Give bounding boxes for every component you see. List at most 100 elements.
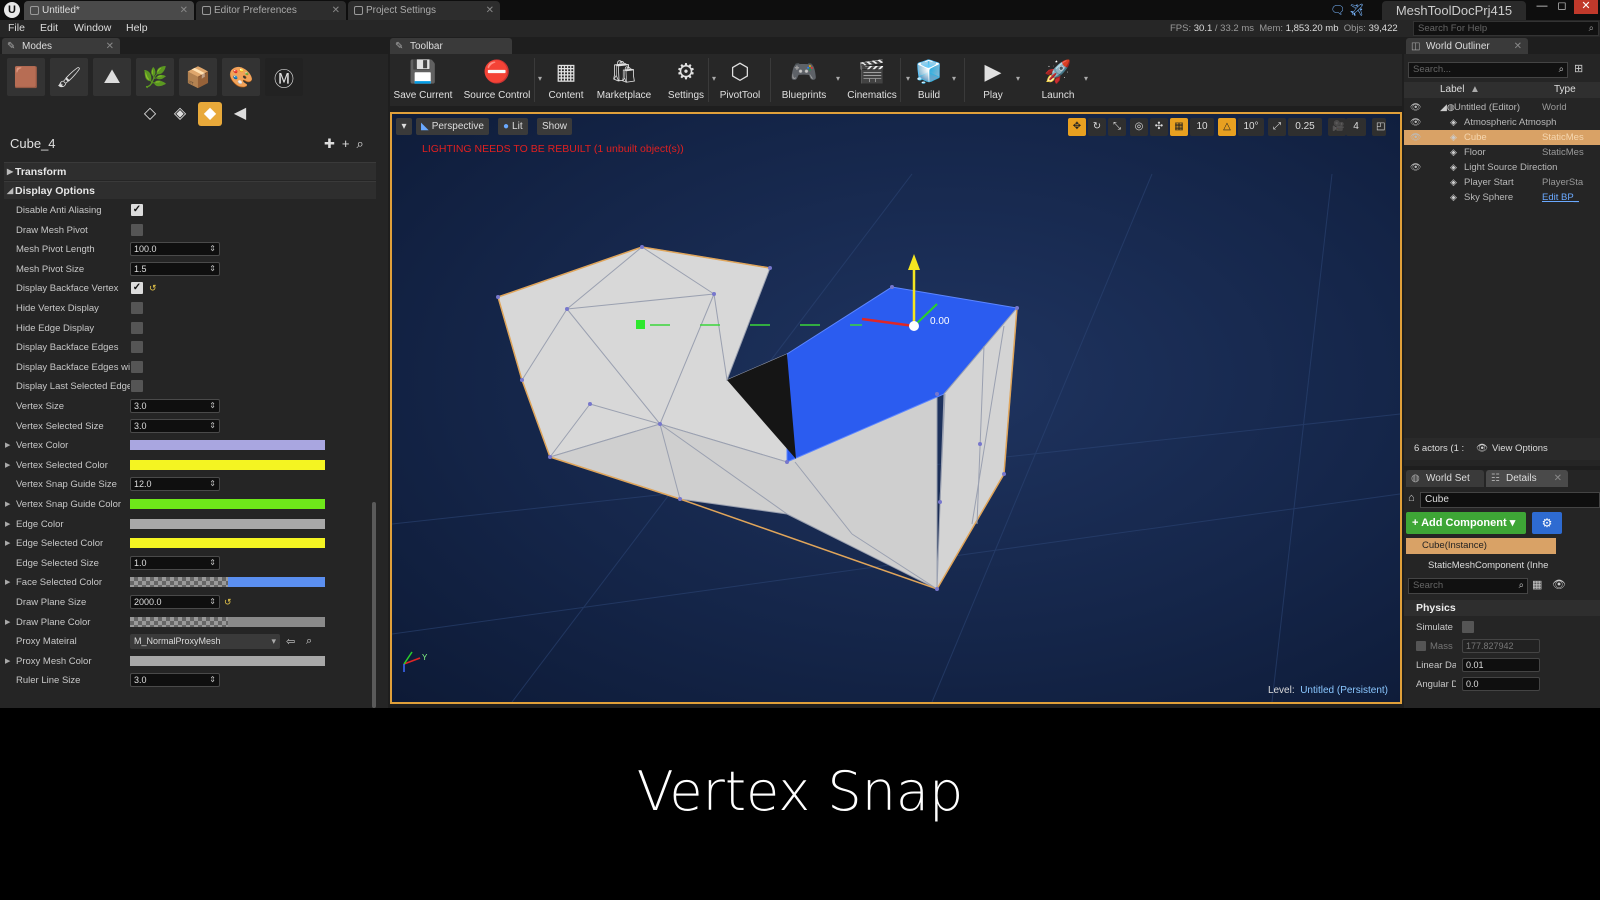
rotate-tool-icon[interactable]: ↻ bbox=[1088, 118, 1106, 136]
visibility-eye-icon[interactable]: 👁 bbox=[1410, 130, 1421, 145]
mass-field[interactable]: 177.827942 bbox=[1462, 639, 1540, 653]
vertex-select-icon[interactable]: ◇ bbox=[138, 102, 162, 126]
face-select-icon[interactable]: ◆ bbox=[198, 102, 222, 126]
toolbar-blueprints-button[interactable]: 🎮 Blueprints ▾ bbox=[776, 56, 840, 104]
minimize-icon[interactable]: — bbox=[1532, 0, 1552, 14]
surface-snap-icon[interactable]: ✣ bbox=[1150, 118, 1168, 136]
toolbar-build-button[interactable]: 🧊 Build ▾ bbox=[910, 56, 956, 104]
scale-snap-value[interactable]: 0.25 bbox=[1288, 118, 1322, 136]
chevron-down-icon[interactable]: ▾ bbox=[836, 74, 840, 83]
scale-tool-icon[interactable]: ⤡ bbox=[1108, 118, 1126, 136]
outliner-row[interactable]: 👁 ◈ Atmospheric Atmosph bbox=[1404, 115, 1600, 130]
close-icon[interactable]: ✕ bbox=[106, 38, 114, 55]
expand-arrow-icon[interactable]: ▶ bbox=[5, 500, 10, 508]
rotation-snap-icon[interactable]: △ bbox=[1218, 118, 1236, 136]
close-icon[interactable]: ✕ bbox=[486, 1, 494, 20]
expand-arrow-icon[interactable]: ▶ bbox=[5, 520, 10, 528]
prop-number-field[interactable]: 3.0 ⇕ bbox=[130, 673, 220, 688]
prop-checkbox[interactable] bbox=[131, 302, 143, 314]
prop-checkbox[interactable] bbox=[131, 341, 143, 354]
component-row[interactable]: StaticMeshComponent (Inhe bbox=[1406, 558, 1566, 573]
category-physics[interactable]: Physics bbox=[1404, 600, 1600, 616]
tab-toolbar[interactable]: ✎ Toolbar bbox=[390, 38, 512, 55]
prop-checkbox[interactable] bbox=[131, 223, 143, 236]
tab-project-settings[interactable]: Project Settings ✕ bbox=[348, 1, 500, 20]
show-button[interactable]: Show bbox=[537, 118, 573, 135]
add-component-button[interactable]: + Add Component ▾ bbox=[1406, 512, 1526, 534]
world-local-icon[interactable]: ◎ bbox=[1130, 118, 1148, 136]
menu-edit[interactable]: Edit bbox=[40, 22, 58, 34]
outliner-search-input[interactable]: Search... ⌕ bbox=[1408, 62, 1568, 78]
close-icon[interactable]: ✕ bbox=[1554, 470, 1562, 487]
mesh-tool-mode-icon[interactable]: Ⓜ bbox=[265, 58, 303, 96]
angular-damping-field[interactable]: 0.0 bbox=[1462, 677, 1540, 691]
camera-speed-value[interactable]: 4 bbox=[1346, 118, 1366, 136]
browse-icon[interactable]: ⌕ bbox=[306, 635, 312, 648]
scale-snap-icon[interactable]: ⤢ bbox=[1268, 118, 1286, 136]
tab-details[interactable]: ☷ Details ✕ bbox=[1486, 470, 1568, 487]
grid-view-icon[interactable]: ▦ bbox=[1532, 578, 1542, 591]
landscape-mode-icon[interactable]: ⛰ bbox=[93, 58, 131, 96]
visibility-eye-icon[interactable]: 👁 bbox=[1410, 115, 1421, 130]
menu-window[interactable]: Window bbox=[74, 22, 111, 34]
add-icon[interactable]: + bbox=[342, 136, 357, 151]
prop-number-field[interactable]: 2000.0 ⇕ bbox=[130, 595, 220, 609]
simulate-checkbox[interactable] bbox=[1462, 621, 1474, 633]
outliner-row[interactable]: 👁 ◢◍ Untitled (Editor) World bbox=[1404, 100, 1600, 115]
prop-number-field[interactable]: 1.5 ⇕ bbox=[130, 261, 220, 276]
object-select-icon[interactable]: ◀ bbox=[228, 102, 252, 126]
expand-arrow-icon[interactable]: ▶ bbox=[5, 618, 10, 626]
outliner-row[interactable]: ◈ Player Start PlayerSta bbox=[1404, 175, 1600, 190]
actor-name-input[interactable]: Cube bbox=[1420, 492, 1600, 508]
view-options-button[interactable]: View Options bbox=[1492, 438, 1548, 460]
toolbar-settings-button[interactable]: ⚙ Settings ▾ bbox=[664, 56, 716, 104]
col-label[interactable]: Label bbox=[1440, 82, 1464, 98]
outliner-row[interactable]: 👁 ◈ Light Source Direction bbox=[1404, 160, 1600, 175]
camera-speed-icon[interactable]: 🎥 bbox=[1328, 118, 1346, 136]
prop-number-field[interactable]: 100.0 ⇕ bbox=[130, 242, 220, 257]
close-icon[interactable]: ✕ bbox=[1514, 38, 1522, 55]
chevron-down-icon[interactable]: ▾ bbox=[952, 74, 956, 83]
notification-icons[interactable]: 🗨 ✈ bbox=[1330, 3, 1364, 17]
scrollbar[interactable] bbox=[372, 502, 376, 708]
prop-color-swatch[interactable] bbox=[130, 577, 325, 588]
prop-color-swatch[interactable] bbox=[130, 616, 325, 627]
menu-help[interactable]: Help bbox=[126, 22, 148, 34]
toolbar-pivottool-button[interactable]: ⬡ PivotTool bbox=[714, 56, 766, 104]
prop-checkbox[interactable] bbox=[131, 321, 143, 334]
add-icon[interactable]: ✚ bbox=[324, 136, 342, 151]
expand-arrow-icon[interactable]: ▶ bbox=[5, 441, 10, 449]
tab-modes[interactable]: ✎ Modes ✕ bbox=[2, 38, 120, 55]
instance-row[interactable]: Cube(Instance) bbox=[1406, 538, 1556, 554]
tab-world-settings[interactable]: ◍ World Set bbox=[1406, 470, 1484, 487]
translate-tool-icon[interactable]: ✥ bbox=[1068, 118, 1086, 136]
search-icon[interactable]: ⌕ bbox=[357, 136, 371, 151]
prop-checkbox[interactable]: ✓ bbox=[131, 282, 143, 295]
toolbar-content-button[interactable]: ▦ Content bbox=[544, 56, 588, 104]
color-mode-icon[interactable]: 🎨 bbox=[222, 58, 260, 96]
toolbar-marketplace-button[interactable]: 🛍 Marketplace bbox=[592, 56, 656, 104]
category-transform[interactable]: ▶ Transform bbox=[4, 162, 376, 180]
grid-snap-value[interactable]: 10 bbox=[1190, 118, 1214, 136]
prop-checkbox[interactable] bbox=[131, 380, 143, 393]
level-viewport[interactable]: 0.00 Y ▾ ◣ Perspective ● Lit Show LIGHTING… bbox=[390, 112, 1402, 704]
expand-arrow-icon[interactable]: ▶ bbox=[5, 461, 10, 469]
lit-button[interactable]: ● Lit bbox=[498, 118, 528, 135]
help-search-input[interactable]: Search For Help ⌕ bbox=[1413, 21, 1599, 36]
place-mode-icon[interactable]: 🟫 bbox=[7, 58, 45, 96]
perspective-button[interactable]: ◣ Perspective bbox=[416, 118, 489, 135]
tab-untitled[interactable]: Untitled* ✕ bbox=[24, 1, 194, 20]
foliage-mode-icon[interactable]: 🌿 bbox=[136, 58, 174, 96]
prop-checkbox[interactable] bbox=[131, 360, 143, 373]
prop-number-field[interactable]: 1.0 ⇕ bbox=[130, 555, 220, 570]
cube-mesh[interactable] bbox=[497, 246, 1018, 590]
prop-number-field[interactable]: 3.0 ⇕ bbox=[130, 399, 220, 413]
tab-editor-preferences[interactable]: Editor Preferences ✕ bbox=[196, 1, 346, 20]
grid-snap-icon[interactable]: ▦ bbox=[1170, 118, 1188, 136]
linear-damping-field[interactable]: 0.01 bbox=[1462, 658, 1540, 672]
toolbar-launch-button[interactable]: 🚀 Launch ▾ bbox=[1036, 56, 1088, 104]
category-display-options[interactable]: ◢ Display Options bbox=[4, 181, 376, 199]
eye-icon[interactable]: 👁 bbox=[1552, 578, 1566, 591]
edge-select-icon[interactable]: ◈ bbox=[168, 102, 192, 126]
toolbar-save-current-button[interactable]: 💾 Save Current bbox=[392, 56, 454, 104]
